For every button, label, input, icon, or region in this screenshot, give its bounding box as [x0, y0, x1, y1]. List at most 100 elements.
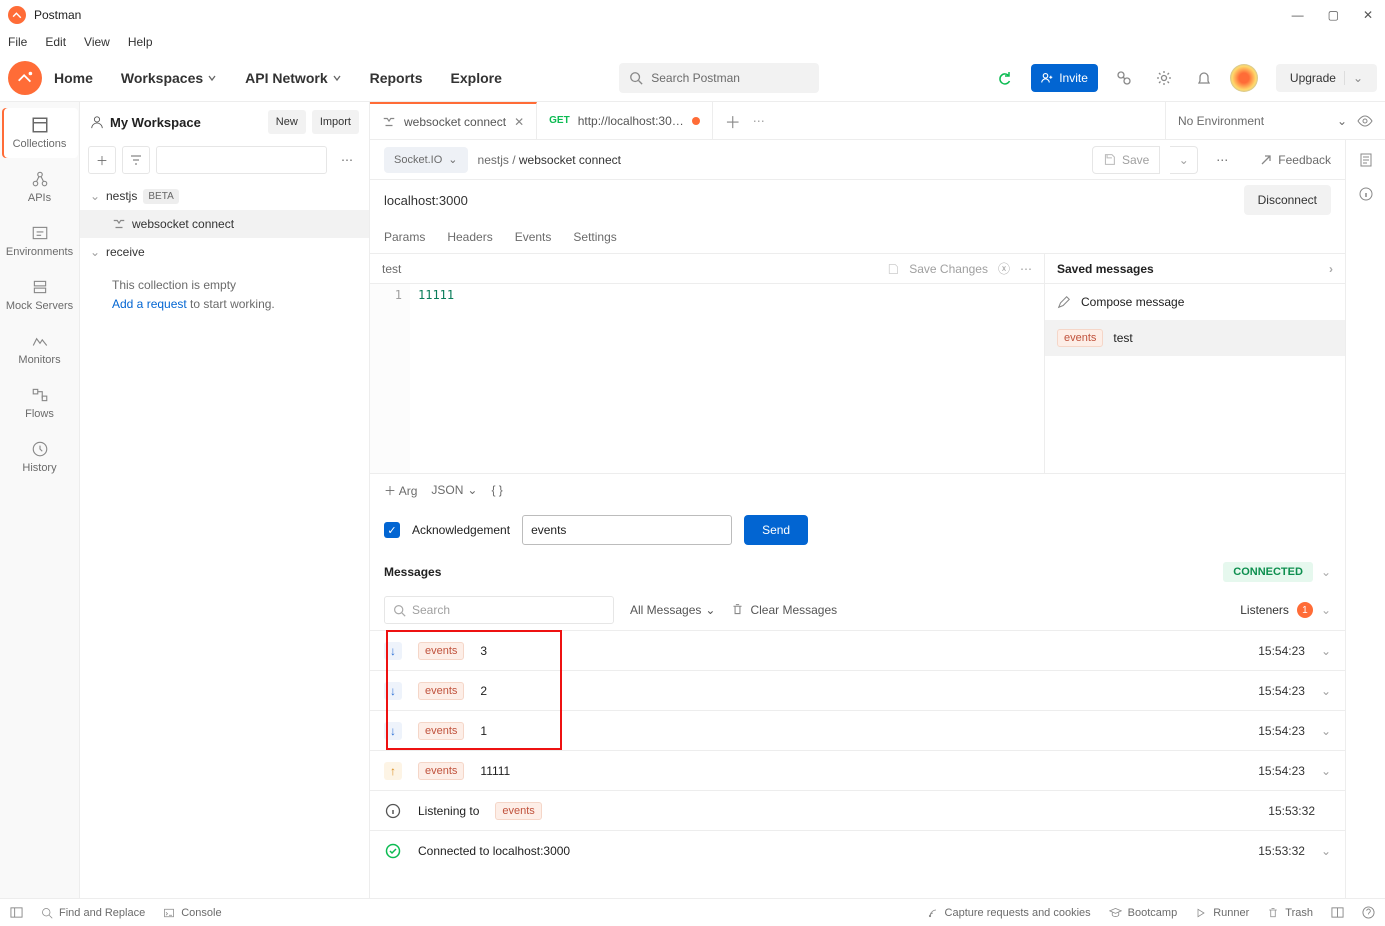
subtab-params[interactable]: Params	[384, 230, 425, 244]
disconnect-button[interactable]: Disconnect	[1244, 185, 1331, 215]
find-replace-button[interactable]: Find and Replace	[41, 907, 145, 919]
sync-icon[interactable]	[991, 64, 1019, 92]
rail-collections[interactable]: Collections	[2, 108, 78, 158]
add-arg-button[interactable]: ＋ Arg	[384, 482, 417, 499]
event-name-input[interactable]	[522, 515, 732, 545]
nav-home[interactable]: Home	[54, 70, 93, 86]
tree-folder-receive[interactable]: ⌄ receive	[80, 238, 369, 266]
braces-icon[interactable]: { }	[491, 483, 502, 497]
settings-icon[interactable]	[1150, 64, 1178, 92]
docs-icon[interactable]	[1358, 152, 1374, 168]
capture-cookies-button[interactable]: Capture requests and cookies	[927, 907, 1091, 919]
upgrade-button[interactable]: Upgrade⌄	[1276, 64, 1377, 92]
listeners-label[interactable]: Listeners	[1240, 603, 1289, 617]
message-editor[interactable]: 1 11111	[370, 284, 1044, 473]
subtab-settings[interactable]: Settings	[573, 230, 616, 244]
nav-api-network[interactable]: API Network	[245, 70, 341, 86]
clear-messages-button[interactable]: Clear Messages	[731, 603, 837, 617]
bootcamp-button[interactable]: Bootcamp	[1109, 906, 1178, 919]
nav-workspaces[interactable]: Workspaces	[121, 70, 217, 86]
eye-icon[interactable]	[1357, 113, 1373, 129]
message-row[interactable]: Connected to localhost:300015:53:32⌄	[370, 830, 1345, 870]
subtab-events[interactable]: Events	[515, 230, 552, 244]
import-button[interactable]: Import	[312, 110, 359, 134]
window-close-icon[interactable]: ✕	[1363, 8, 1373, 22]
sidebar-search-input[interactable]	[156, 146, 327, 174]
rail-apis[interactable]: APIs	[2, 162, 78, 212]
save-dropdown[interactable]: ⌄	[1170, 146, 1198, 174]
filter-button[interactable]	[122, 146, 150, 174]
create-collection-button[interactable]: ＋	[88, 146, 116, 174]
runner-button[interactable]: Runner	[1195, 907, 1249, 919]
notifications-icon[interactable]	[1190, 64, 1218, 92]
send-button[interactable]: Send	[744, 515, 808, 545]
trash-button[interactable]: Trash	[1267, 907, 1313, 919]
message-row[interactable]: Listening toevents15:53:32	[370, 790, 1345, 830]
window-maximize-icon[interactable]: ▢	[1328, 8, 1339, 22]
chevron-down-icon[interactable]: ⌄	[1321, 724, 1331, 738]
menu-file[interactable]: File	[8, 35, 27, 49]
message-name[interactable]: test	[382, 262, 401, 276]
message-content[interactable]: 11111	[410, 284, 1044, 473]
close-tab-icon[interactable]: ✕	[514, 115, 524, 129]
panel-toggle-icon[interactable]	[10, 906, 23, 919]
menu-help[interactable]: Help	[128, 35, 153, 49]
chevron-down-icon[interactable]: ⌄	[1321, 844, 1331, 858]
save-button[interactable]: Save	[1092, 146, 1160, 174]
message-row[interactable]: ↓events315:54:23⌄	[370, 630, 1345, 670]
chevron-down-icon[interactable]: ⌄	[1321, 603, 1331, 617]
protocol-selector[interactable]: Socket.IO ⌄	[384, 147, 468, 173]
message-row[interactable]: ↓events115:54:23⌄	[370, 710, 1345, 750]
rail-monitors[interactable]: Monitors	[2, 324, 78, 374]
menu-view[interactable]: View	[84, 35, 110, 49]
rail-history[interactable]: History	[2, 432, 78, 482]
add-request-link[interactable]: Add a request	[112, 297, 187, 311]
chevron-down-icon[interactable]: ⌄	[1321, 644, 1331, 658]
chevron-down-icon[interactable]: ⌄	[1321, 764, 1331, 778]
more-icon[interactable]: ⋯	[1208, 146, 1236, 174]
window-minimize-icon[interactable]: —	[1292, 8, 1304, 22]
format-selector[interactable]: JSON ⌄	[431, 483, 477, 497]
chevron-down-icon[interactable]: ⌄	[1321, 565, 1331, 579]
tab-options-icon[interactable]: ⋯	[753, 114, 765, 128]
console-button[interactable]: Console	[163, 907, 221, 919]
message-row[interactable]: ↑events1111115:54:23⌄	[370, 750, 1345, 790]
new-tab-icon[interactable]: ＋	[725, 109, 741, 133]
rail-flows[interactable]: Flows	[2, 378, 78, 428]
tree-item-websocket-connect[interactable]: websocket connect	[80, 210, 369, 238]
chevron-down-icon[interactable]: ⌄	[1321, 684, 1331, 698]
invite-button[interactable]: Invite	[1031, 64, 1098, 92]
compose-message-button[interactable]: Compose message	[1045, 284, 1345, 320]
chevron-right-icon[interactable]: ›	[1329, 262, 1333, 276]
editor-more-icon[interactable]: ⋯	[1020, 262, 1032, 276]
messages-search[interactable]: Search	[384, 596, 614, 624]
subtab-headers[interactable]: Headers	[447, 230, 492, 244]
help-icon[interactable]	[1362, 906, 1375, 919]
saved-message-item[interactable]: events test	[1045, 320, 1345, 356]
info-icon[interactable]	[1358, 186, 1374, 202]
message-row[interactable]: ↓events215:54:23⌄	[370, 670, 1345, 710]
tab-http-localhost[interactable]: GET http://localhost:30…	[537, 102, 713, 139]
new-button[interactable]: New	[268, 110, 306, 134]
messages-filter[interactable]: All Messages⌄	[630, 603, 715, 617]
tab-websocket-connect[interactable]: websocket connect ✕	[370, 102, 537, 139]
save-changes-button[interactable]: Save Changes	[909, 262, 988, 276]
nav-explore[interactable]: Explore	[451, 70, 502, 86]
tree-folder-nestjs[interactable]: ⌄ nestjs BETA	[80, 182, 369, 210]
user-avatar[interactable]	[1230, 64, 1258, 92]
request-url[interactable]: localhost:3000	[384, 193, 468, 208]
two-pane-icon[interactable]	[1331, 906, 1344, 919]
global-search[interactable]: Search Postman	[619, 63, 819, 93]
nav-reports[interactable]: Reports	[370, 70, 423, 86]
ack-checkbox[interactable]: ✓	[384, 522, 400, 538]
home-logo-icon[interactable]	[8, 61, 42, 95]
capture-icon[interactable]	[1110, 64, 1138, 92]
environment-selector[interactable]: No Environment ⌄	[1165, 102, 1385, 139]
discard-icon[interactable]: ⓧ	[998, 260, 1010, 277]
feedback-link[interactable]: Feedback	[1260, 153, 1331, 167]
rail-mock-servers[interactable]: Mock Servers	[2, 270, 78, 320]
sidebar-more-icon[interactable]: ⋯	[333, 146, 361, 174]
menu-edit[interactable]: Edit	[45, 35, 66, 49]
rail-environments[interactable]: Environments	[2, 216, 78, 266]
workspace-title[interactable]: My Workspace	[90, 115, 262, 130]
